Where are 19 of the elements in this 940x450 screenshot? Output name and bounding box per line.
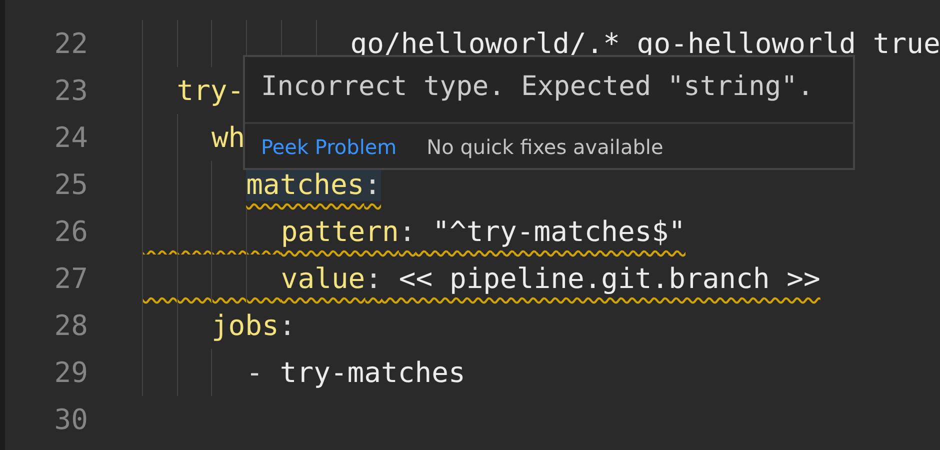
error-message: Incorrect type. Expected "string".	[260, 70, 815, 104]
line-number: 28	[53, 308, 88, 344]
line-number: 24	[53, 120, 88, 156]
code-line: go/helloworld/.* go-helloworld true	[350, 27, 940, 60]
code-line: - try-matches	[246, 356, 466, 389]
code-line: value: << pipeline.git.branch >>	[280, 262, 820, 295]
line-number: 26	[53, 214, 88, 250]
line-number: 27	[53, 261, 88, 297]
line-number: 29	[53, 355, 88, 391]
code-line: wh	[211, 121, 246, 154]
code-line: pattern: "^try-matches$"	[280, 215, 686, 248]
line-number: 30	[53, 402, 88, 438]
line-number: 22	[53, 26, 88, 62]
code-line: try-	[176, 74, 244, 107]
quick-fix-note: No quick fixes available	[426, 134, 664, 160]
line-number: 25	[53, 167, 88, 203]
line-number: 23	[53, 73, 88, 109]
code-line: jobs:	[211, 309, 296, 342]
peek-problem-link[interactable]: Peek Problem	[261, 132, 397, 162]
